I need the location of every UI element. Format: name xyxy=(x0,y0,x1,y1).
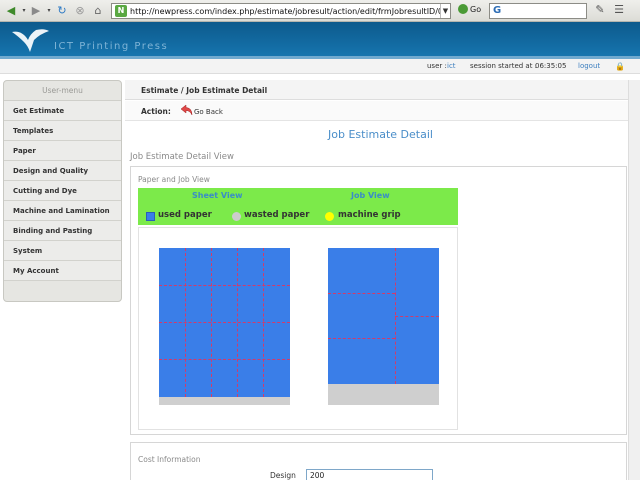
go-label: Go xyxy=(470,4,482,14)
design-cost-field[interactable]: 200 xyxy=(306,469,433,480)
app-title: ICT Printing Press xyxy=(54,41,169,52)
home-icon[interactable]: ⌂ xyxy=(90,3,106,18)
job-cut-line xyxy=(395,316,439,317)
logout-link[interactable]: logout xyxy=(578,62,600,70)
sidebar-item-binding-and-pasting[interactable]: Binding and Pasting xyxy=(4,221,121,241)
sidebar-title: User-menu xyxy=(4,81,121,101)
cost-information-panel: Cost Information Design 200 xyxy=(130,442,627,480)
breadcrumb-bar: Estimate / Job Estimate Detail xyxy=(125,80,640,100)
sheet-cut-line xyxy=(159,322,290,323)
job-wasted-area xyxy=(328,384,439,405)
sheet-cut-line xyxy=(159,359,290,360)
breadcrumb: Estimate / Job Estimate Detail xyxy=(141,86,268,95)
search-input[interactable]: G xyxy=(489,3,587,19)
google-search-icon: G xyxy=(493,5,502,16)
go-back-link[interactable]: Go Back xyxy=(194,108,223,116)
site-favicon-icon: N xyxy=(115,5,127,17)
wasted-paper-swatch-icon xyxy=(232,212,241,221)
page-menu-icon[interactable]: ☰ xyxy=(612,3,626,17)
page-title: Job Estimate Detail xyxy=(328,128,433,141)
page-scrollbar[interactable] xyxy=(628,80,640,480)
legend-wasted-paper: wasted paper xyxy=(244,210,310,220)
job-cut-line xyxy=(328,338,395,339)
sheet-view-label: Sheet View xyxy=(192,191,243,200)
user-name[interactable]: ict xyxy=(447,62,456,70)
main-content: Estimate / Job Estimate Detail Action: G… xyxy=(125,80,640,480)
sidebar-item-system[interactable]: System xyxy=(4,241,121,261)
browser-toolbar: ◀ ▾ ▶ ▾ ↻ ⊗ ⌂ N http://newpress.com/inde… xyxy=(0,0,640,22)
stop-icon[interactable]: ⊗ xyxy=(72,3,88,18)
url-dropdown-icon[interactable]: ▼ xyxy=(440,4,450,18)
sidebar-item-get-estimate[interactable]: Get Estimate xyxy=(4,101,121,121)
sheet-wasted-area xyxy=(159,397,290,405)
legend-used-paper: used paper xyxy=(158,210,212,220)
action-row: Action: Go Back xyxy=(125,101,640,121)
pencil-icon[interactable]: ✎ xyxy=(593,3,607,17)
design-label: Design xyxy=(270,471,296,480)
paper-and-job-panel: Paper and Job View Sheet View Job View u… xyxy=(130,166,627,435)
sidebar-item-paper[interactable]: Paper xyxy=(4,141,121,161)
diagram-area xyxy=(138,227,458,430)
panel-label: Paper and Job View xyxy=(138,175,210,184)
reload-icon[interactable]: ↻ xyxy=(54,3,70,18)
job-view-label: Job View xyxy=(351,191,390,200)
view-legend-box: Sheet View Job View used paper wasted pa… xyxy=(138,188,458,225)
used-paper-swatch-icon xyxy=(146,212,155,221)
lock-icon: 🔒 xyxy=(615,62,625,71)
section-title: Job Estimate Detail View xyxy=(130,152,234,162)
bird-logo-icon xyxy=(12,29,49,52)
machine-grip-swatch-icon xyxy=(325,212,334,221)
sidebar-item-design-and-quality[interactable]: Design and Quality xyxy=(4,161,121,181)
session-started-label: session started at : xyxy=(470,62,538,70)
go-button[interactable]: Go xyxy=(458,4,481,14)
go-icon xyxy=(458,4,468,14)
user-label: user : xyxy=(427,62,447,70)
url-text[interactable]: http://newpress.com/index.php/estimate/j… xyxy=(130,7,440,16)
legend-machine-grip: machine grip xyxy=(338,210,401,220)
sidebar-item-machine-and-lamination[interactable]: Machine and Lamination xyxy=(4,201,121,221)
app-header: ICT Printing Press xyxy=(0,22,640,58)
session-started-time: 06:35:05 xyxy=(535,62,567,70)
action-label: Action: xyxy=(141,107,171,116)
cost-panel-label: Cost Information xyxy=(138,455,201,464)
url-bar[interactable]: N http://newpress.com/index.php/estimate… xyxy=(111,3,451,19)
sheet-cut-line xyxy=(159,285,290,286)
sidebar-item-cutting-and-dye[interactable]: Cutting and Dye xyxy=(4,181,121,201)
session-bar: user : ict session started at : 06:35:05… xyxy=(0,59,640,74)
user-menu-sidebar: User-menu Get Estimate Templates Paper D… xyxy=(3,80,122,302)
job-cut-line xyxy=(328,293,395,294)
go-back-arrow-icon[interactable] xyxy=(180,104,194,116)
sidebar-item-templates[interactable]: Templates xyxy=(4,121,121,141)
sidebar-item-my-account[interactable]: My Account xyxy=(4,261,121,281)
